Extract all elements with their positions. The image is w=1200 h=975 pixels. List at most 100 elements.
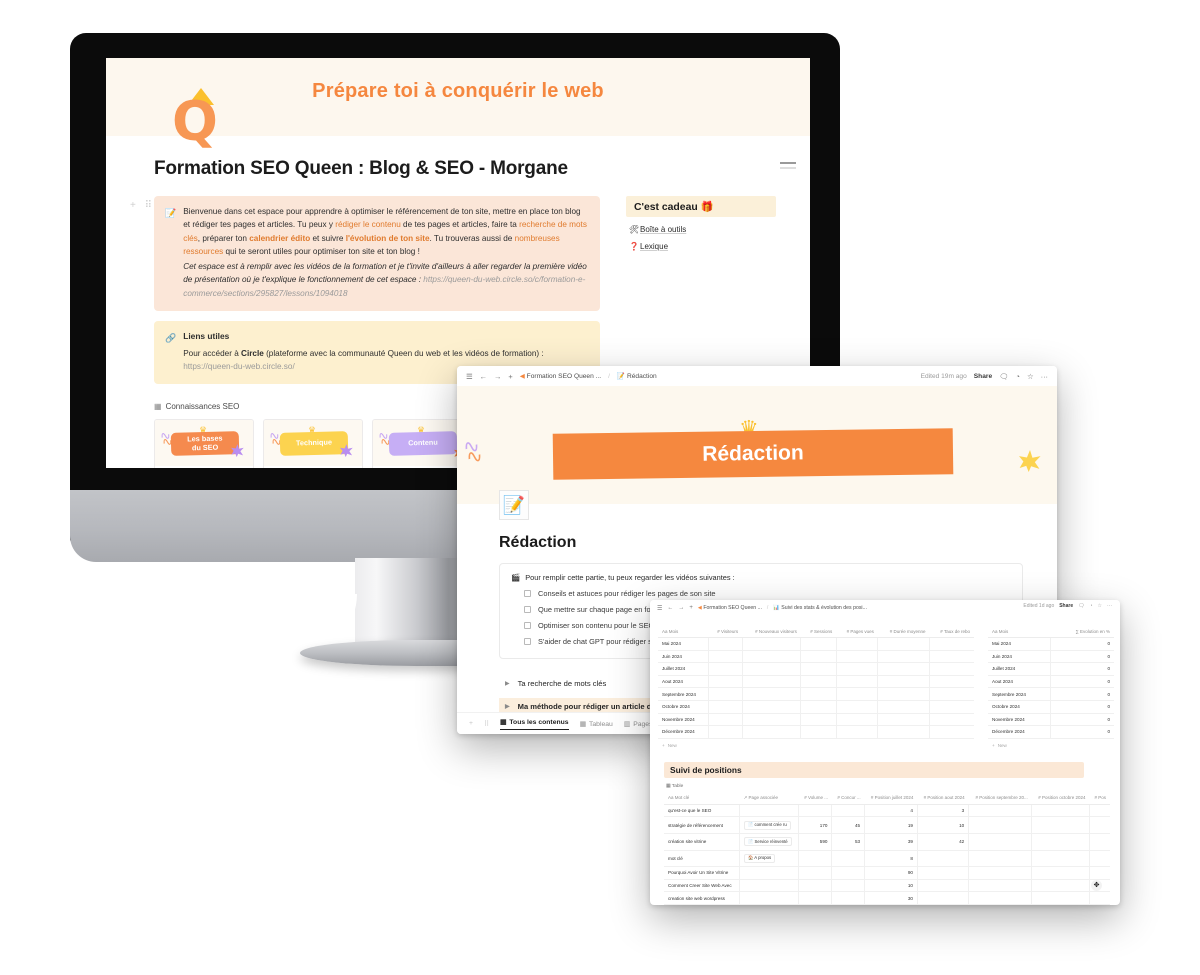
positions-view-label[interactable]: ▦ Table	[666, 784, 1110, 789]
hamburger-icon[interactable]: ☰	[657, 605, 662, 612]
table-row[interactable]: Octobre 2024 0	[988, 700, 1114, 714]
drag-handle-icon[interactable]: ⠿	[484, 720, 489, 728]
page-relation-pill[interactable]: 📄 Service réinventé	[743, 837, 792, 847]
table-cell[interactable]	[836, 637, 879, 651]
checkbox[interactable]	[524, 622, 531, 629]
column-header[interactable]: Aa Mois	[988, 626, 1051, 638]
breadcrumb-current[interactable]: 📝 Rédaction	[617, 372, 657, 380]
table-cell[interactable]: Décembre 2024	[658, 725, 709, 739]
comment-icon[interactable]: 🗨	[999, 372, 1008, 381]
arrow-right-icon[interactable]: →	[494, 372, 501, 381]
table-row[interactable]: mot clé 🏠 A propos 8	[664, 850, 1110, 868]
table-cell[interactable]	[742, 700, 802, 714]
table-cell[interactable]	[929, 675, 974, 689]
column-header[interactable]: # Pages vues	[836, 626, 878, 638]
gift-item-toolbox[interactable]: 🛠Boîte à outils	[626, 225, 776, 234]
table-cell[interactable]	[836, 725, 879, 739]
table-cell[interactable]	[742, 650, 802, 664]
table-cell[interactable]: 100	[831, 904, 866, 905]
table-cell[interactable]	[708, 662, 743, 676]
table-cell[interactable]	[800, 713, 837, 727]
table-cell[interactable]	[1089, 833, 1110, 851]
table-cell[interactable]: 10	[864, 879, 918, 893]
table-cell[interactable]: Juillet 2024	[988, 662, 1052, 676]
table-cell[interactable]	[929, 650, 974, 664]
table-cell[interactable]: 0	[1050, 713, 1114, 727]
column-header[interactable]: # Visiteurs	[708, 626, 743, 638]
table-cell[interactable]	[1031, 804, 1091, 818]
circle-home-url[interactable]: https://queen-du-web.circle.so/	[183, 362, 295, 371]
table-cell[interactable]: 8	[864, 850, 918, 868]
table-cell[interactable]	[798, 879, 833, 893]
table-cell[interactable]	[831, 866, 866, 880]
table-cell[interactable]: Juin 2024	[658, 650, 709, 664]
table-cell[interactable]: 2400	[798, 904, 833, 905]
table-cell[interactable]	[929, 662, 974, 676]
table-row[interactable]: Novembre 2024	[658, 713, 974, 727]
table-cell[interactable]	[836, 650, 879, 664]
column-header[interactable]: # Volume ...	[798, 791, 832, 805]
table-cell[interactable]: 8	[864, 904, 918, 905]
table-cell[interactable]	[929, 725, 974, 739]
arrow-right-icon[interactable]: →	[678, 605, 684, 611]
table-cell-keyword[interactable]: qu'est-ce que le SEO	[664, 804, 740, 818]
table-cell-keyword[interactable]: Pourquoi Avoir Un Site Vitrine	[664, 866, 740, 880]
more-icon[interactable]: ···	[1041, 372, 1048, 381]
checklist-item[interactable]: Conseils et astuces pour rédiger les pag…	[511, 589, 1011, 598]
table-row[interactable]: Aout 2024 0	[988, 675, 1114, 689]
table-row[interactable]: Décembre 2024 0	[988, 725, 1114, 739]
table-cell[interactable]	[798, 891, 833, 905]
table-cell[interactable]: 10	[917, 816, 970, 834]
table-cell[interactable]	[1089, 866, 1110, 880]
table-cell[interactable]	[968, 804, 1033, 818]
clock-icon[interactable]: ◔	[1016, 372, 1020, 381]
table-cell[interactable]	[836, 662, 879, 676]
arrow-left-icon[interactable]: ←	[480, 372, 487, 381]
table-cell[interactable]	[831, 850, 866, 868]
table-cell[interactable]	[968, 879, 1033, 893]
table-cell[interactable]	[742, 725, 802, 739]
star-icon[interactable]: ☆	[1098, 603, 1102, 609]
star-icon[interactable]: ☆	[1027, 372, 1034, 381]
link-rediger-contenu[interactable]: rédiger le contenu	[335, 220, 401, 229]
table-cell-page[interactable]	[739, 879, 800, 893]
arrow-left-icon[interactable]: ←	[667, 605, 673, 611]
column-header[interactable]: Aa Mois	[658, 626, 709, 638]
table-cell[interactable]	[798, 866, 833, 880]
table-cell[interactable]: Décembre 2024	[988, 725, 1052, 739]
column-header[interactable]: Aa Mot clé	[664, 791, 740, 805]
table-cell[interactable]	[929, 637, 974, 651]
table-cell-keyword[interactable]: creation site web wordpress	[664, 891, 740, 905]
table-row[interactable]: Juillet 2024	[658, 662, 974, 676]
table-cell[interactable]: 90	[864, 866, 918, 880]
table-cell[interactable]	[708, 725, 743, 739]
hamburger-icon[interactable]: ☰	[466, 372, 473, 381]
table-cell-keyword[interactable]: création site vitrine	[664, 833, 740, 851]
table-cell[interactable]	[1031, 816, 1091, 834]
table-cell-keyword[interactable]: mot clé	[664, 850, 740, 868]
table-cell[interactable]	[968, 866, 1033, 880]
table-cell[interactable]: Juin 2024	[988, 650, 1052, 664]
column-header[interactable]: # Position octobre 2024	[1031, 791, 1090, 805]
table-cell[interactable]: 0	[1050, 700, 1114, 714]
block-handle[interactable]: + ⠿	[130, 200, 155, 211]
clock-icon[interactable]: ◔	[1089, 603, 1092, 609]
table-cell-page[interactable]	[739, 891, 800, 905]
table-cell[interactable]	[1089, 850, 1110, 868]
table-row[interactable]: Juin 2024	[658, 650, 974, 664]
table-cell-page[interactable]	[739, 804, 800, 818]
table-cell[interactable]: 19	[864, 816, 918, 834]
page-relation-pill[interactable]: 🏠 A propos	[743, 853, 776, 863]
table-row[interactable]: Septembre 2024 0	[988, 687, 1114, 701]
page-relation-pill[interactable]: 📄 comment crée ru	[743, 820, 791, 830]
table-cell[interactable]	[877, 675, 930, 689]
table-cell[interactable]	[798, 804, 833, 818]
gift-item-lexique[interactable]: ❓Lexique	[626, 242, 776, 251]
table-row[interactable]: stratégie de référencement 📄 comment crée…	[664, 816, 1110, 834]
table-cell[interactable]	[742, 687, 802, 701]
new-row-button[interactable]: + New	[658, 739, 974, 752]
table-cell[interactable]	[742, 662, 802, 676]
table-cell[interactable]	[929, 713, 974, 727]
table-cell-page[interactable]	[739, 866, 800, 880]
table-cell[interactable]	[968, 850, 1033, 868]
